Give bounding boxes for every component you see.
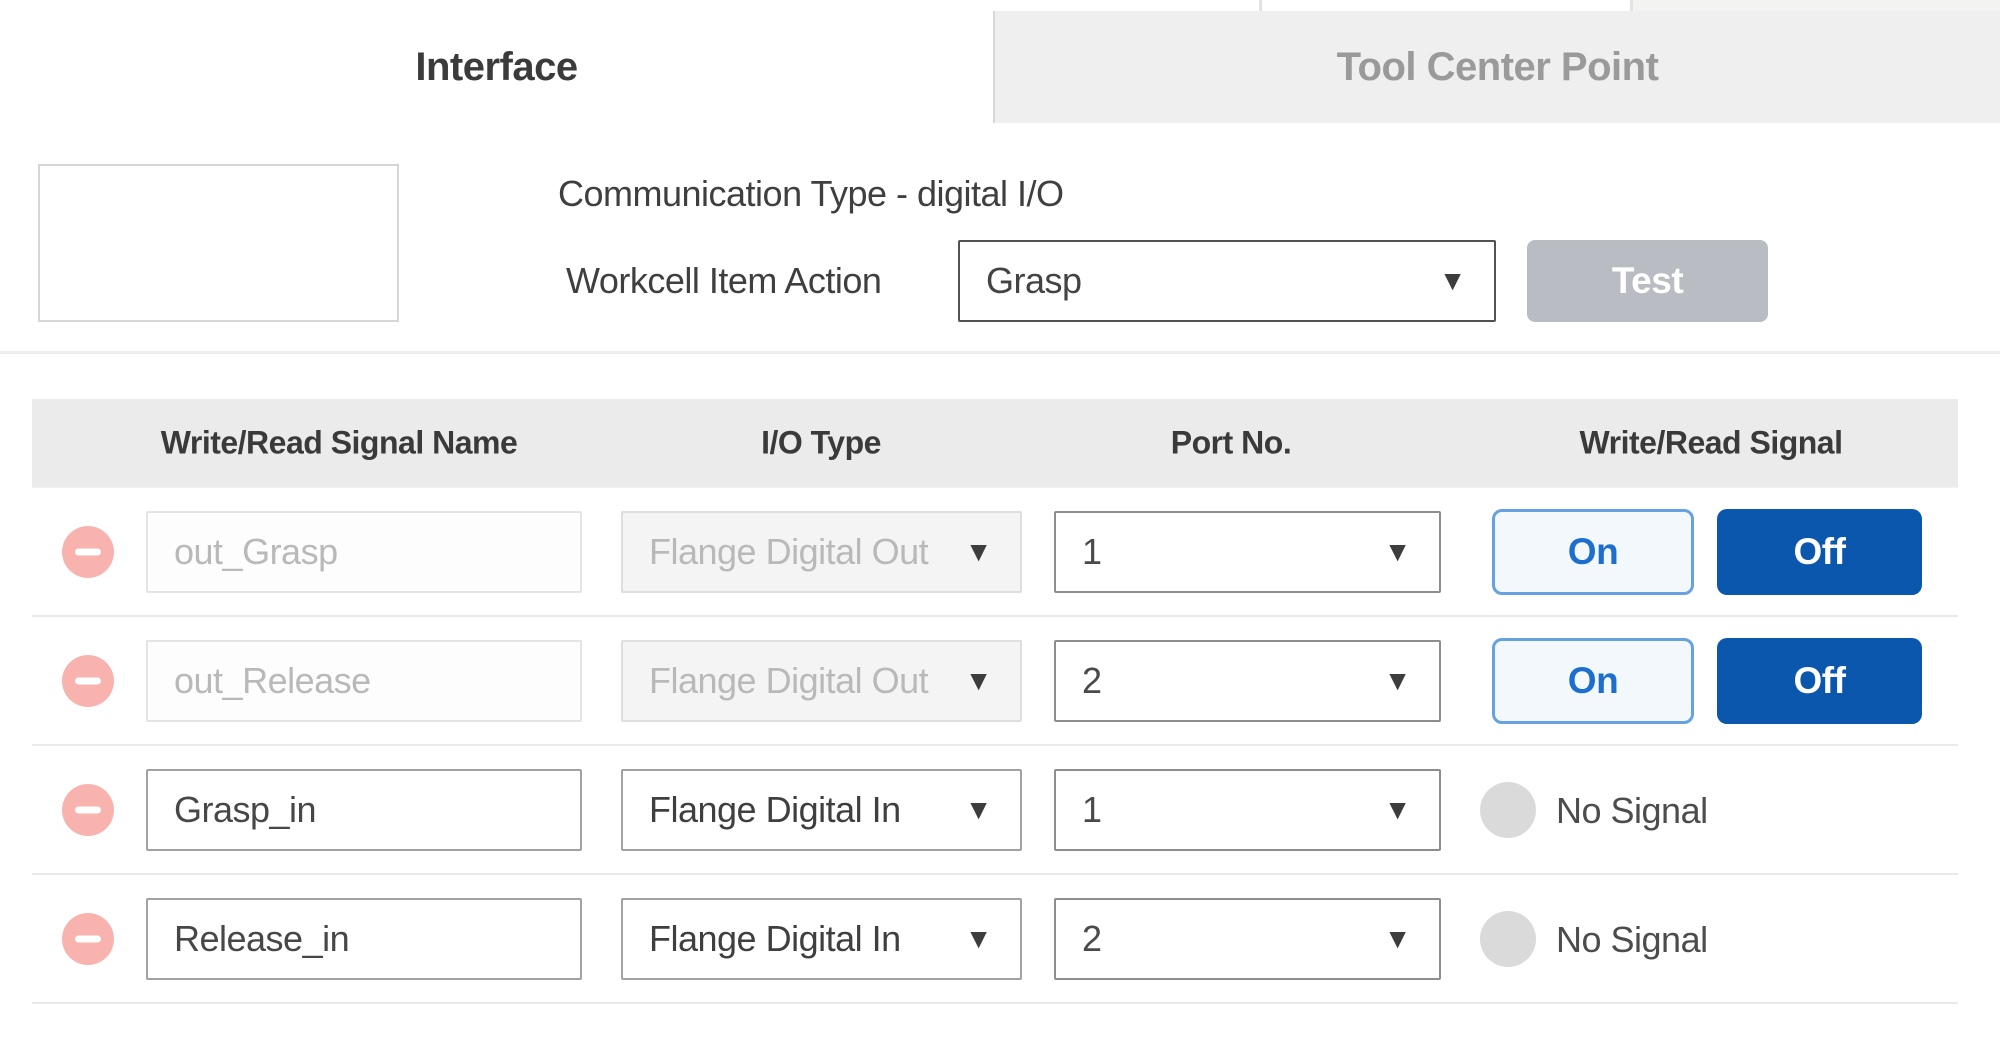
no-signal-indicator	[1480, 782, 1536, 838]
table-row: Flange Digital Out ▼ 2 ▼ On Off	[32, 617, 1958, 746]
signal-name-input	[146, 640, 582, 722]
io-type-value: Flange Digital Out	[649, 531, 928, 573]
chevron-down-icon: ▼	[1384, 796, 1411, 824]
header-port-no: Port No.	[1171, 425, 1291, 462]
signal-table-body: Flange Digital Out ▼ 1 ▼ On Off Flange D…	[32, 487, 1958, 1004]
io-type-select[interactable]: Flange Digital In ▼	[621, 898, 1022, 980]
port-value: 1	[1082, 789, 1102, 831]
io-type-select[interactable]: Flange Digital In ▼	[621, 769, 1022, 851]
no-signal-label: No Signal	[1556, 746, 1708, 875]
no-signal-indicator	[1480, 911, 1536, 967]
tab-bar: Interface Tool Center Point	[0, 11, 2000, 123]
communication-type-text: Communication Type - digital I/O	[558, 172, 1064, 216]
io-type-value: Flange Digital In	[649, 789, 901, 831]
top-gray-segment	[1633, 0, 2000, 11]
tab-tool-center-point-label: Tool Center Point	[1337, 45, 1659, 90]
chevron-down-icon: ▼	[1384, 667, 1411, 695]
port-value: 1	[1082, 531, 1102, 573]
port-select[interactable]: 2 ▼	[1054, 640, 1441, 722]
port-select[interactable]: 1 ▼	[1054, 511, 1441, 593]
chevron-down-icon: ▼	[1439, 267, 1466, 295]
chevron-down-icon: ▼	[965, 538, 992, 566]
signal-name-input[interactable]	[146, 898, 582, 980]
io-type-select: Flange Digital Out ▼	[621, 640, 1022, 722]
workcell-item-action-value: Grasp	[986, 260, 1082, 302]
port-select[interactable]: 1 ▼	[1054, 769, 1441, 851]
signal-name-input[interactable]	[146, 769, 582, 851]
remove-row-button[interactable]	[62, 913, 114, 965]
remove-row-button[interactable]	[62, 526, 114, 578]
port-value: 2	[1082, 660, 1102, 702]
chevron-down-icon: ▼	[1384, 538, 1411, 566]
signal-off-button[interactable]: Off	[1717, 638, 1922, 724]
signal-table-header: Write/Read Signal Name I/O Type Port No.…	[32, 399, 1958, 487]
header-write-read-signal: Write/Read Signal	[1580, 425, 1843, 462]
top-divider	[1259, 0, 1262, 11]
remove-row-button[interactable]	[62, 655, 114, 707]
io-type-select: Flange Digital Out ▼	[621, 511, 1022, 593]
top-cropped-row	[0, 0, 2000, 11]
tab-interface[interactable]: Interface	[0, 11, 993, 123]
section-divider	[0, 351, 2000, 354]
port-select[interactable]: 2 ▼	[1054, 898, 1441, 980]
chevron-down-icon: ▼	[1384, 925, 1411, 953]
test-button[interactable]: Test	[1527, 240, 1768, 322]
signal-on-button[interactable]: On	[1492, 638, 1694, 724]
workcell-item-action-label: Workcell Item Action	[566, 259, 881, 303]
header-signal-name: Write/Read Signal Name	[161, 425, 518, 462]
workcell-item-image-placeholder	[38, 164, 399, 322]
tab-interface-label: Interface	[415, 45, 577, 90]
signal-off-button[interactable]: Off	[1717, 509, 1922, 595]
table-row: Flange Digital Out ▼ 1 ▼ On Off	[32, 488, 1958, 617]
no-signal-label: No Signal	[1556, 875, 1708, 1004]
io-type-value: Flange Digital In	[649, 918, 901, 960]
table-row: Flange Digital In ▼ 2 ▼ No Signal	[32, 875, 1958, 1004]
workcell-item-action-select[interactable]: Grasp ▼	[958, 240, 1496, 322]
tab-tool-center-point[interactable]: Tool Center Point	[993, 11, 2000, 123]
io-type-value: Flange Digital Out	[649, 660, 928, 702]
table-row: Flange Digital In ▼ 1 ▼ No Signal	[32, 746, 1958, 875]
chevron-down-icon: ▼	[965, 796, 992, 824]
port-value: 2	[1082, 918, 1102, 960]
signal-name-input	[146, 511, 582, 593]
header-io-type: I/O Type	[761, 425, 881, 462]
chevron-down-icon: ▼	[965, 667, 992, 695]
remove-row-button[interactable]	[62, 784, 114, 836]
signal-on-button[interactable]: On	[1492, 509, 1694, 595]
chevron-down-icon: ▼	[965, 925, 992, 953]
